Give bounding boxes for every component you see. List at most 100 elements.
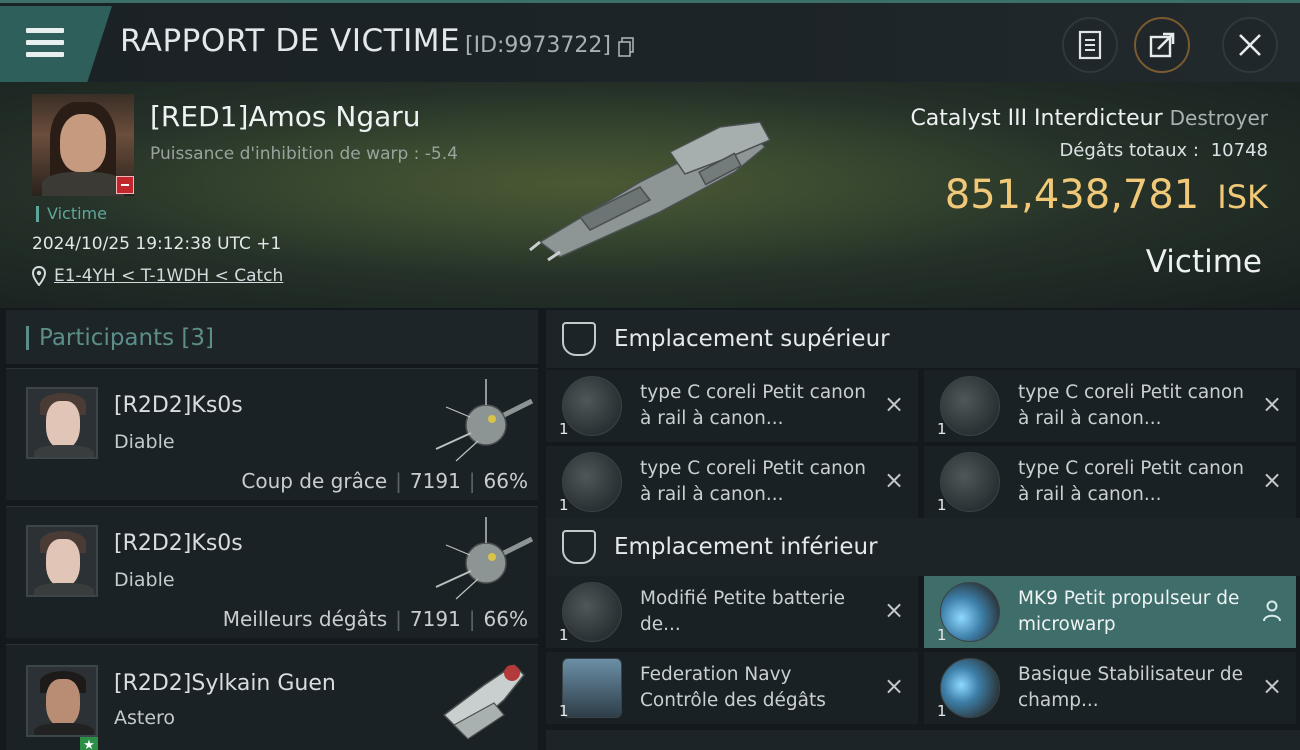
participants-count: [3] bbox=[181, 325, 215, 351]
total-damage-label: Dégâts totaux : bbox=[1059, 140, 1199, 161]
module-quantity: 1 bbox=[559, 626, 569, 644]
battery-icon bbox=[562, 582, 622, 642]
person-icon bbox=[1263, 600, 1281, 622]
participant-stats: Meilleurs dégâts | 7191 | 66% bbox=[222, 607, 528, 631]
participant-percent: 66% bbox=[483, 607, 528, 631]
star-badge-icon: ★ bbox=[80, 737, 98, 750]
share-icon bbox=[1149, 32, 1175, 58]
participant-role: Meilleurs dégâts bbox=[222, 607, 388, 631]
participants-panel: Participants [3] [R2D2]Ks0s Diable Coup … bbox=[6, 310, 538, 750]
participant-damage: 7191 bbox=[409, 607, 461, 631]
low-slot-icon bbox=[562, 530, 596, 564]
participant-avatar[interactable] bbox=[26, 387, 98, 459]
warp-strength: Puissance d'inhibition de warp : -5.4 bbox=[150, 144, 458, 164]
participant-damage: 7191 bbox=[409, 469, 461, 493]
module-item[interactable]: 1 type C coreli Petit canon à rail à can… bbox=[546, 446, 918, 518]
participant-ship: Diable bbox=[114, 569, 175, 591]
location-pin-icon bbox=[32, 266, 46, 286]
railgun-icon bbox=[940, 452, 1000, 512]
top-bar: RAPPORT DE VICTIME [ID:9973722] bbox=[0, 0, 1300, 82]
module-item[interactable]: 1 Modifié Petite batterie de... × bbox=[546, 576, 918, 648]
fitting-panel: Emplacement supérieur 1 type C coreli Pe… bbox=[546, 310, 1300, 750]
destroyed-icon: × bbox=[883, 672, 905, 700]
page-title: RAPPORT DE VICTIME bbox=[120, 23, 461, 59]
destroyed-icon: × bbox=[1261, 672, 1283, 700]
upper-slot-title: Emplacement supérieur bbox=[614, 326, 890, 352]
kill-location[interactable]: E1-4YH < T-1WDH < Catch bbox=[32, 266, 283, 286]
participant-avatar[interactable] bbox=[26, 665, 98, 737]
hostile-badge-icon bbox=[116, 176, 134, 194]
module-name: type C coreli Petit canon à rail à canon… bbox=[640, 382, 866, 429]
module-name: Basique Stabilisateur de champ... bbox=[1018, 664, 1243, 711]
location-link[interactable]: E1-4YH < T-1WDH < Catch bbox=[54, 266, 283, 286]
participant-name: [R2D2]Sylkain Guen bbox=[114, 671, 336, 696]
module-item[interactable]: 1 type C coreli Petit canon à rail à can… bbox=[924, 446, 1296, 518]
close-button[interactable] bbox=[1222, 17, 1278, 73]
participant-ship-image bbox=[435, 517, 534, 600]
victim-name[interactable]: [RED1]Amos Ngaru bbox=[150, 100, 421, 133]
damage-control-icon bbox=[562, 658, 622, 718]
module-item[interactable]: 1 MK9 Petit propulseur de microwarp bbox=[924, 576, 1296, 648]
module-item[interactable]: 1 Federation Navy Contrôle des dégâts × bbox=[546, 652, 918, 724]
destroyed-icon: × bbox=[883, 596, 905, 624]
participant-ship-image bbox=[442, 664, 526, 740]
module-quantity: 1 bbox=[559, 702, 569, 720]
document-button[interactable] bbox=[1062, 17, 1118, 73]
railgun-icon bbox=[562, 452, 622, 512]
module-quantity: 1 bbox=[559, 420, 569, 438]
module-item[interactable]: 1 type C coreli Petit canon à rail à can… bbox=[924, 370, 1296, 442]
participant-percent: 66% bbox=[483, 469, 528, 493]
ship-type: Catalyst III Interdicteur bbox=[910, 106, 1163, 131]
victim-tag: Victime bbox=[36, 206, 107, 222]
kill-datetime: 2024/10/25 19:12:38 UTC +1 bbox=[32, 234, 282, 254]
lower-slot-header: Emplacement inférieur bbox=[546, 518, 1300, 576]
ship-class: Destroyer bbox=[1169, 106, 1268, 130]
total-damage-value: 10748 bbox=[1210, 140, 1268, 161]
field-stabilizer-icon bbox=[940, 658, 1000, 718]
module-item[interactable]: 1 Basique Stabilisateur de champ... × bbox=[924, 652, 1296, 724]
hamburger-icon bbox=[26, 28, 64, 58]
high-slot-icon bbox=[562, 322, 596, 356]
lower-slot-title: Emplacement inférieur bbox=[614, 534, 878, 560]
isk-amount: 851,438,781 bbox=[944, 172, 1200, 218]
module-quantity: 1 bbox=[937, 626, 947, 644]
participant-row[interactable]: [R2D2]Ks0s Diable Meilleurs dégâts | 719… bbox=[6, 506, 538, 638]
copy-icon[interactable] bbox=[618, 37, 634, 57]
module-item[interactable]: 1 type C coreli Petit canon à rail à can… bbox=[546, 370, 918, 442]
victim-ship-name[interactable]: Catalyst III Interdicteur Destroyer bbox=[910, 106, 1268, 131]
participant-avatar[interactable] bbox=[26, 525, 98, 597]
railgun-icon bbox=[940, 376, 1000, 436]
menu-button[interactable] bbox=[0, 6, 112, 82]
total-damage: Dégâts totaux : 10748 bbox=[1059, 140, 1268, 161]
module-name: Modifié Petite batterie de... bbox=[640, 588, 845, 635]
result-label: Victime bbox=[1145, 244, 1262, 280]
participant-stats: Coup de grâce | 7191 | 66% bbox=[241, 469, 528, 493]
module-quantity: 1 bbox=[937, 702, 947, 720]
module-quantity: 1 bbox=[937, 496, 947, 514]
module-name: type C coreli Petit canon à rail à canon… bbox=[1018, 382, 1244, 429]
participants-header: Participants [3] bbox=[6, 310, 538, 364]
victim-ship-image bbox=[529, 121, 772, 262]
report-id: [ID:9973722] bbox=[465, 33, 611, 58]
participant-role: Coup de grâce bbox=[241, 469, 388, 493]
module-name: type C coreli Petit canon à rail à canon… bbox=[1018, 458, 1244, 505]
participant-name: [R2D2]Ks0s bbox=[114, 531, 243, 556]
share-button[interactable] bbox=[1134, 17, 1190, 73]
close-icon bbox=[1239, 34, 1261, 56]
participant-ship-image bbox=[435, 379, 534, 462]
participant-name: [R2D2]Ks0s bbox=[114, 393, 243, 418]
microwarp-drive-icon bbox=[940, 582, 1000, 642]
destroyed-icon: × bbox=[883, 466, 905, 494]
participant-row[interactable]: [R2D2]Ks0s Diable Coup de grâce | 7191 |… bbox=[6, 368, 538, 500]
isk-unit: ISK bbox=[1217, 178, 1268, 216]
railgun-icon bbox=[562, 376, 622, 436]
destroyed-icon: × bbox=[883, 390, 905, 418]
participant-row[interactable]: ★ [R2D2]Sylkain Guen Astero bbox=[6, 644, 538, 750]
destroyed-icon: × bbox=[1261, 390, 1283, 418]
participants-title: Participants [3] bbox=[26, 326, 214, 350]
destroyed-icon: × bbox=[1261, 466, 1283, 494]
module-name: type C coreli Petit canon à rail à canon… bbox=[640, 458, 866, 505]
module-quantity: 1 bbox=[559, 496, 569, 514]
participant-ship: Astero bbox=[114, 707, 176, 729]
participant-ship: Diable bbox=[114, 431, 175, 453]
